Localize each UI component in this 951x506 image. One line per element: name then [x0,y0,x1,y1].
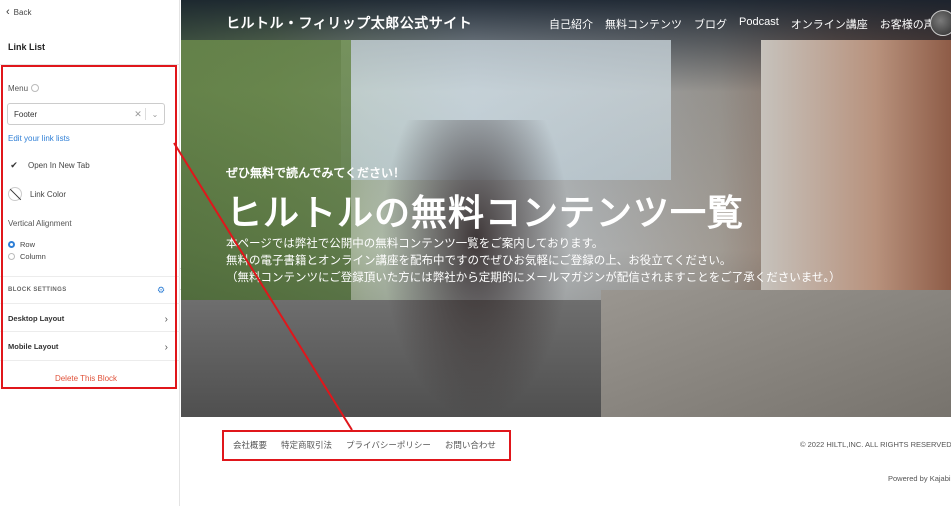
hero-title: ヒルトルの無料コンテンツ一覧 [226,192,745,233]
open-in-new-tab-label: Open In New Tab [28,160,90,170]
menu-item[interactable]: Podcast [739,16,779,32]
desktop-layout-row[interactable]: Desktop Layout › [8,314,168,325]
hero-description-line: （無料コンテンツにご登録頂いた方には弊社から定期的にメールマガジンが配信されます… [226,272,841,284]
link-color-picker[interactable]: Link Color [8,187,66,201]
editor-panel: ‹ Back Link List Menu Footer ✕ ⌄ Edit yo… [0,0,180,506]
color-swatch-icon[interactable] [8,187,22,201]
footer-link-list: 会社概要 特定商取引法 プライバシーポリシー お問い合わせ [233,439,510,451]
edit-link-lists-link[interactable]: Edit your link lists [8,134,70,143]
copyright-text: © 2022 HILTL,INC. ALL RIGHTS RESERVED [800,440,951,449]
gear-icon[interactable]: ⚙ [157,285,165,296]
footer-link[interactable]: 特定商取引法 [281,439,332,451]
radio-column-option[interactable]: Column [8,252,46,261]
clear-icon[interactable]: ✕ [131,109,145,120]
radio-selected-icon[interactable] [8,241,15,248]
link-color-label: Link Color [30,189,67,199]
hero-image: ヒルトル・フィリップ太郎公式サイト 自己紹介 無料コンテンツ ブログ Podca… [181,0,951,417]
radio-column-label: Column [20,252,46,261]
chevron-right-icon: › [164,314,168,325]
menu-item[interactable]: オンライン講座 [791,16,868,32]
hero-subtitle: ぜひ無料で読んでみてください！ [226,166,406,180]
menu-item[interactable]: 自己紹介 [549,16,593,32]
divider [0,360,180,361]
avatar[interactable] [930,10,951,36]
open-in-new-tab-checkbox[interactable]: ✔ Open In New Tab [8,159,90,171]
chevron-down-icon[interactable]: ⌄ [146,110,164,119]
divider [0,331,180,332]
footer-link[interactable]: お問い合わせ [445,439,496,451]
panel-title: Link List [8,42,46,52]
desktop-layout-label: Desktop Layout [8,314,65,323]
site-title[interactable]: ヒルトル・フィリップ太郎公式サイト [226,13,472,33]
block-settings-heading: BLOCK SETTINGS [8,287,67,293]
menu-label-text: Menu [8,84,29,93]
hero-description: 本ページでは弊社で公開中の無料コンテンツ一覧をご案内しております。 無料の電子書… [226,236,841,287]
divider [0,276,180,277]
menu-select[interactable]: Footer ✕ ⌄ [7,103,165,125]
radio-row-label: Row [20,240,36,249]
back-button[interactable]: ‹ Back [0,0,179,24]
mobile-layout-label: Mobile Layout [8,342,59,351]
menu-item[interactable]: ブログ [694,16,727,32]
radio-unselected-icon[interactable] [8,253,15,260]
menu-label: Menu [8,84,40,93]
info-icon[interactable] [31,84,40,92]
mobile-layout-row[interactable]: Mobile Layout › [8,342,168,353]
footer-link[interactable]: 会社概要 [233,439,267,451]
site-preview: ヒルトル・フィリップ太郎公式サイト 自己紹介 無料コンテンツ ブログ Podca… [181,0,951,506]
chevron-left-icon: ‹ [6,6,10,18]
menu-item[interactable]: お客様の声 [880,16,935,32]
divider [0,64,180,65]
checkmark-icon[interactable]: ✔ [8,159,20,171]
powered-by-link[interactable]: Powered by Kajabi [888,474,951,483]
divider [0,303,180,304]
chevron-right-icon: › [164,342,168,353]
vertical-alignment-label: Vertical Alignment [8,219,72,228]
back-label: Back [13,7,32,17]
site-menu: 自己紹介 無料コンテンツ ブログ Podcast オンライン講座 お客様の声 [549,16,947,32]
menu-select-value: Footer [14,109,38,119]
hero-sidewalk [601,290,951,417]
footer-link[interactable]: プライバシーポリシー [346,439,431,451]
menu-item[interactable]: 無料コンテンツ [605,16,682,32]
radio-row-option[interactable]: Row [8,240,35,249]
delete-block-button[interactable]: Delete This Block [0,374,172,383]
hero-description-line: 無料の電子書籍とオンライン講座を配布中ですのでぜひお気軽にご登録の上、お役立てく… [226,255,732,267]
hero-description-line: 本ページでは弊社で公開中の無料コンテンツ一覧をご案内しております。 [226,238,604,250]
